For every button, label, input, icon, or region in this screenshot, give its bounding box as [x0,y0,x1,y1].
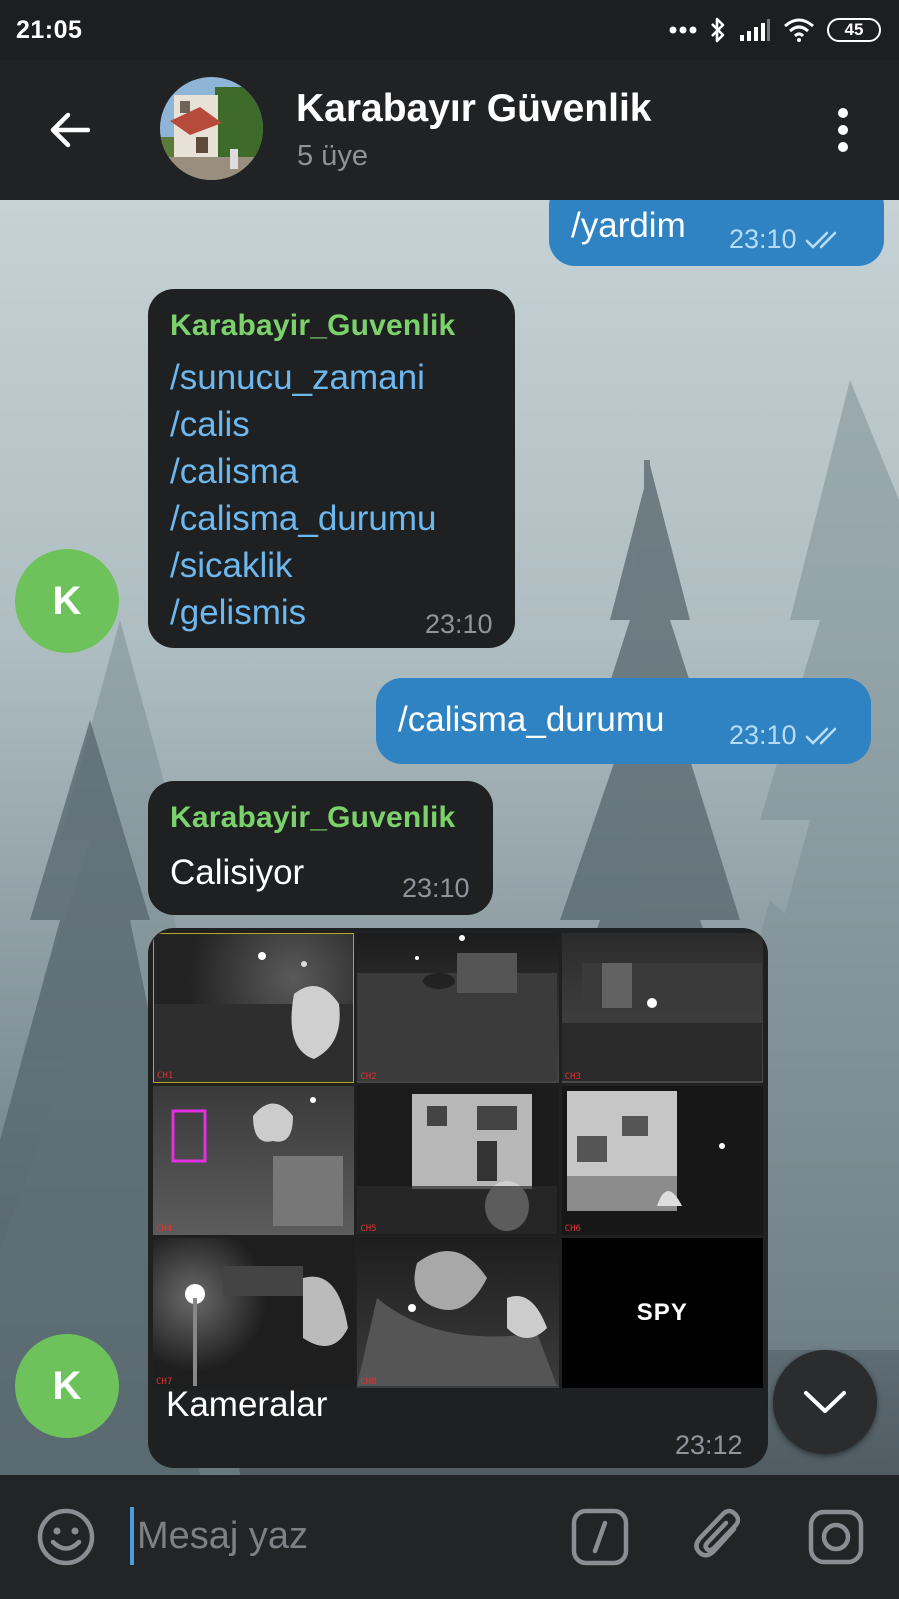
sender-name[interactable]: Karabayir_Guvenlik [170,309,455,343]
camera-feed-2: CH2 [357,933,559,1083]
status-time: 21:05 [16,16,83,44]
paperclip-icon [694,1508,741,1558]
camera-icon [808,1509,864,1565]
telegram-chat-screen: 21:05 45 Karabayır Güvenlik 5 üye /yardi… [0,0,899,1599]
message-text: /yardim [571,206,686,245]
camera-feed-4: CH4 [153,1085,355,1236]
camera-feed-1: CH1 [153,933,355,1083]
avatar-letter: K [52,578,82,623]
battery-icon: 45 [827,18,881,42]
attach-button[interactable] [690,1505,750,1567]
outgoing-message[interactable]: /calisma_durumu 23:10 [376,678,871,764]
command-link[interactable]: /calisma_durumu [170,495,437,542]
instant-camera-button[interactable] [806,1507,866,1567]
group-avatar[interactable] [160,77,263,180]
status-bar: 21:05 45 [0,0,899,60]
camera-grid-photo[interactable]: CH1 CH2 CH3 CH4 CH5 CH6 CH7 CH8 SPY [153,933,763,1388]
signal-icon [740,19,770,41]
message-list[interactable]: /yardim 23:10 Karabayir_Guvenlik /sunucu… [0,200,899,1475]
message-text: /calisma_durumu [398,700,665,739]
scroll-to-bottom-button[interactable] [773,1350,877,1454]
command-list: /sunucu_zamani /calis /calisma /calisma_… [170,354,437,636]
command-link[interactable]: /sicaklik [170,542,437,589]
wifi-icon [784,18,814,42]
command-link[interactable]: /calis [170,401,437,448]
more-options-button[interactable] [825,102,861,158]
group-photo [160,77,263,180]
message-time: 23:10 [425,609,493,639]
camera-feed-9: SPY [561,1238,763,1388]
message-time: 23:12 [675,1430,743,1460]
message-text: Calisiyor [170,853,305,892]
battery-level: 45 [844,20,864,39]
member-count: 5 üye [297,140,368,172]
outgoing-message[interactable]: /yardim 23:10 [549,200,884,266]
camera-feed-3: CH3 [561,933,763,1083]
chat-title[interactable]: Karabayır Güvenlik [296,87,652,131]
command-link[interactable]: /gelismis [170,589,437,636]
avatar-letter: K [52,1363,82,1408]
sender-name[interactable]: Karabayir_Guvenlik [170,801,455,835]
smiley-icon [37,1508,95,1566]
message-input[interactable] [137,1505,537,1567]
chevron-down-icon [804,1391,846,1413]
camera-feed-5: CH5 [357,1085,559,1236]
photo-caption: Kameralar [166,1385,328,1424]
arrow-back-icon [50,112,90,148]
dvr-logo: SPY [636,1299,688,1327]
command-link[interactable]: /sunucu_zamani [170,354,437,401]
message-time: 23:10 [729,224,847,255]
sender-avatar[interactable]: K [15,549,119,653]
text-cursor [130,1507,134,1565]
double-check-icon [805,727,836,745]
status-icons: 45 [669,14,881,46]
command-link[interactable]: /calisma [170,448,437,495]
time-label: 23:10 [729,720,797,750]
incoming-message[interactable]: Karabayir_Guvenlik Calisiyor 23:10 [148,781,493,915]
message-time: 23:10 [402,873,470,903]
camera-feed-6: CH6 [561,1085,763,1236]
camera-feed-7: CH7 [153,1238,355,1388]
time-label: 23:10 [729,224,797,254]
incoming-message[interactable]: Karabayir_Guvenlik /sunucu_zamani /calis… [148,289,515,648]
camera-feed-8: CH8 [357,1238,559,1388]
chat-header: Karabayır Güvenlik 5 üye [0,60,899,200]
message-input-bar [0,1475,899,1599]
more-dots-icon [669,26,697,34]
back-button[interactable] [40,102,100,158]
bot-commands-button[interactable] [570,1507,630,1567]
sender-avatar[interactable]: K [15,1334,119,1438]
message-time: 23:10 [729,720,847,751]
double-check-icon [805,231,836,249]
emoji-button[interactable] [36,1507,96,1567]
bluetooth-icon [711,17,725,43]
slash-command-icon [571,1508,629,1566]
